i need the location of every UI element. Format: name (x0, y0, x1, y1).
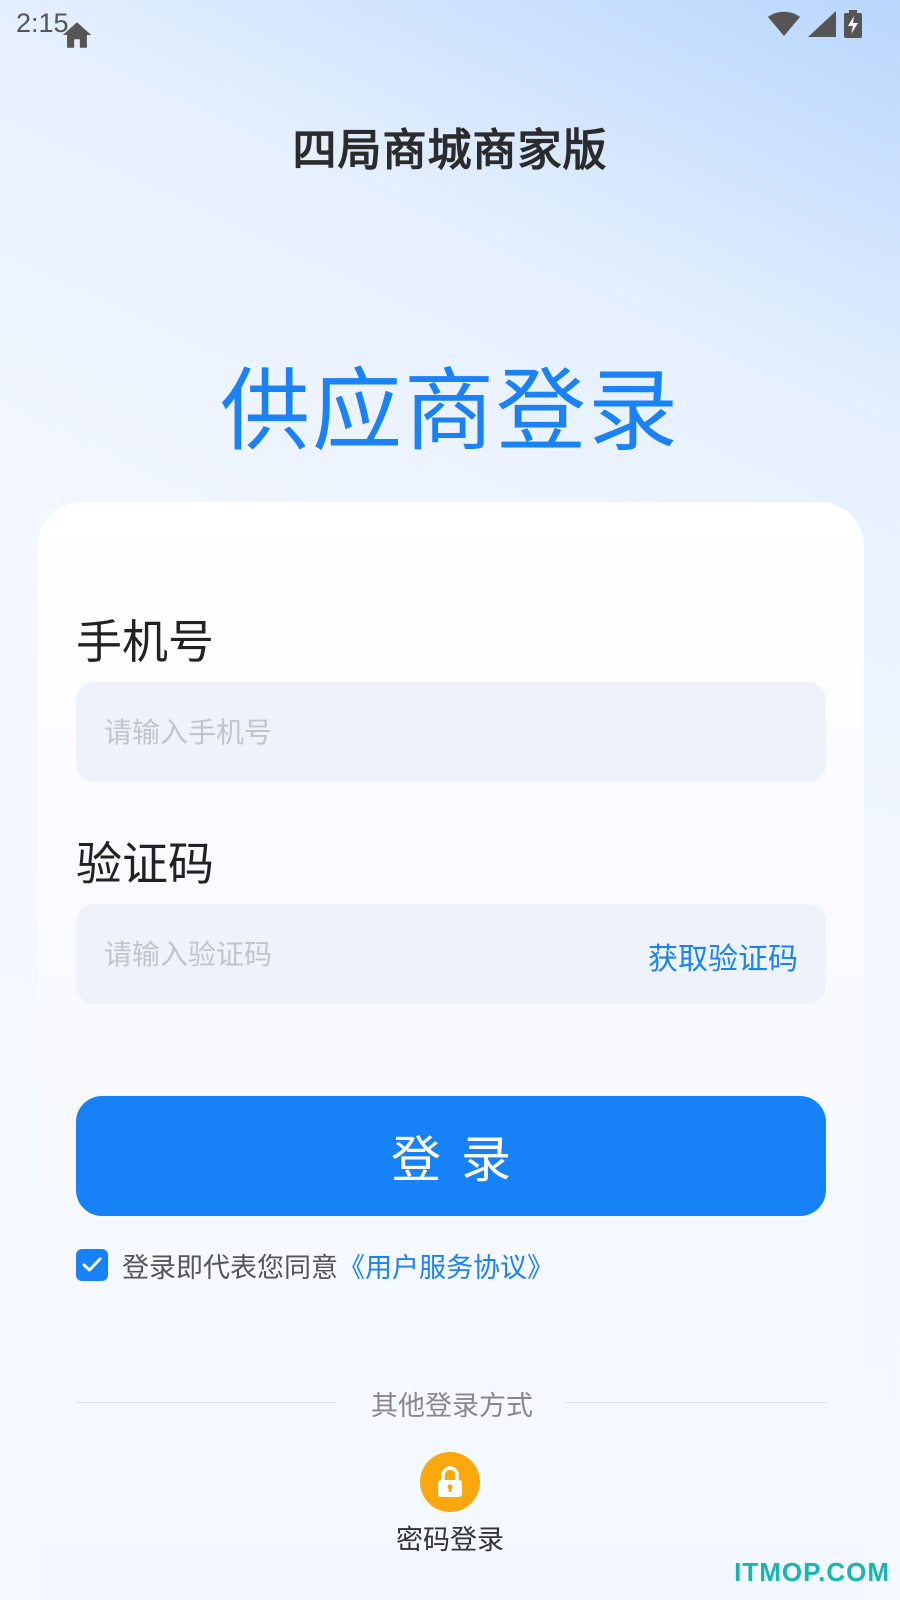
verification-code-label: 验证码 (76, 837, 214, 891)
user-agreement-link[interactable]: 《用户服务协议》 (338, 1246, 554, 1285)
status-bar: 2:15 (0, 0, 900, 50)
get-code-button[interactable]: 获取验证码 (648, 934, 798, 978)
battery-charging-icon (844, 10, 862, 38)
watermark: ITMOP.COM (734, 1557, 890, 1587)
status-icons (768, 10, 862, 38)
verification-code-input[interactable] (76, 904, 576, 1004)
password-login-label: 密码登录 (396, 1525, 504, 1556)
check-icon (82, 1257, 102, 1272)
agreement-text: 登录即代表您同意 (122, 1252, 338, 1284)
phone-input[interactable] (76, 682, 826, 782)
divider-left (76, 1402, 336, 1403)
home-icon (62, 22, 92, 48)
agreement-checkbox[interactable] (76, 1249, 108, 1281)
signal-icon (808, 11, 836, 37)
wifi-icon (768, 11, 800, 36)
app-title: 四局商城商家版 (292, 125, 608, 176)
password-login-button[interactable]: 密码登录 (380, 1452, 520, 1557)
agreement-row: 登录即代表您同意 《用户服务协议》 (76, 1246, 554, 1285)
verification-code-field: 获取验证码 (76, 904, 826, 1004)
phone-label: 手机号 (76, 615, 214, 669)
other-login-title: 其他登录方式 (371, 1391, 533, 1422)
login-heading: 供应商登录 (220, 359, 680, 464)
login-button[interactable]: 登录 (76, 1096, 826, 1216)
divider-right (566, 1402, 826, 1403)
lock-icon-badge (420, 1452, 480, 1512)
lock-icon (438, 1466, 462, 1497)
